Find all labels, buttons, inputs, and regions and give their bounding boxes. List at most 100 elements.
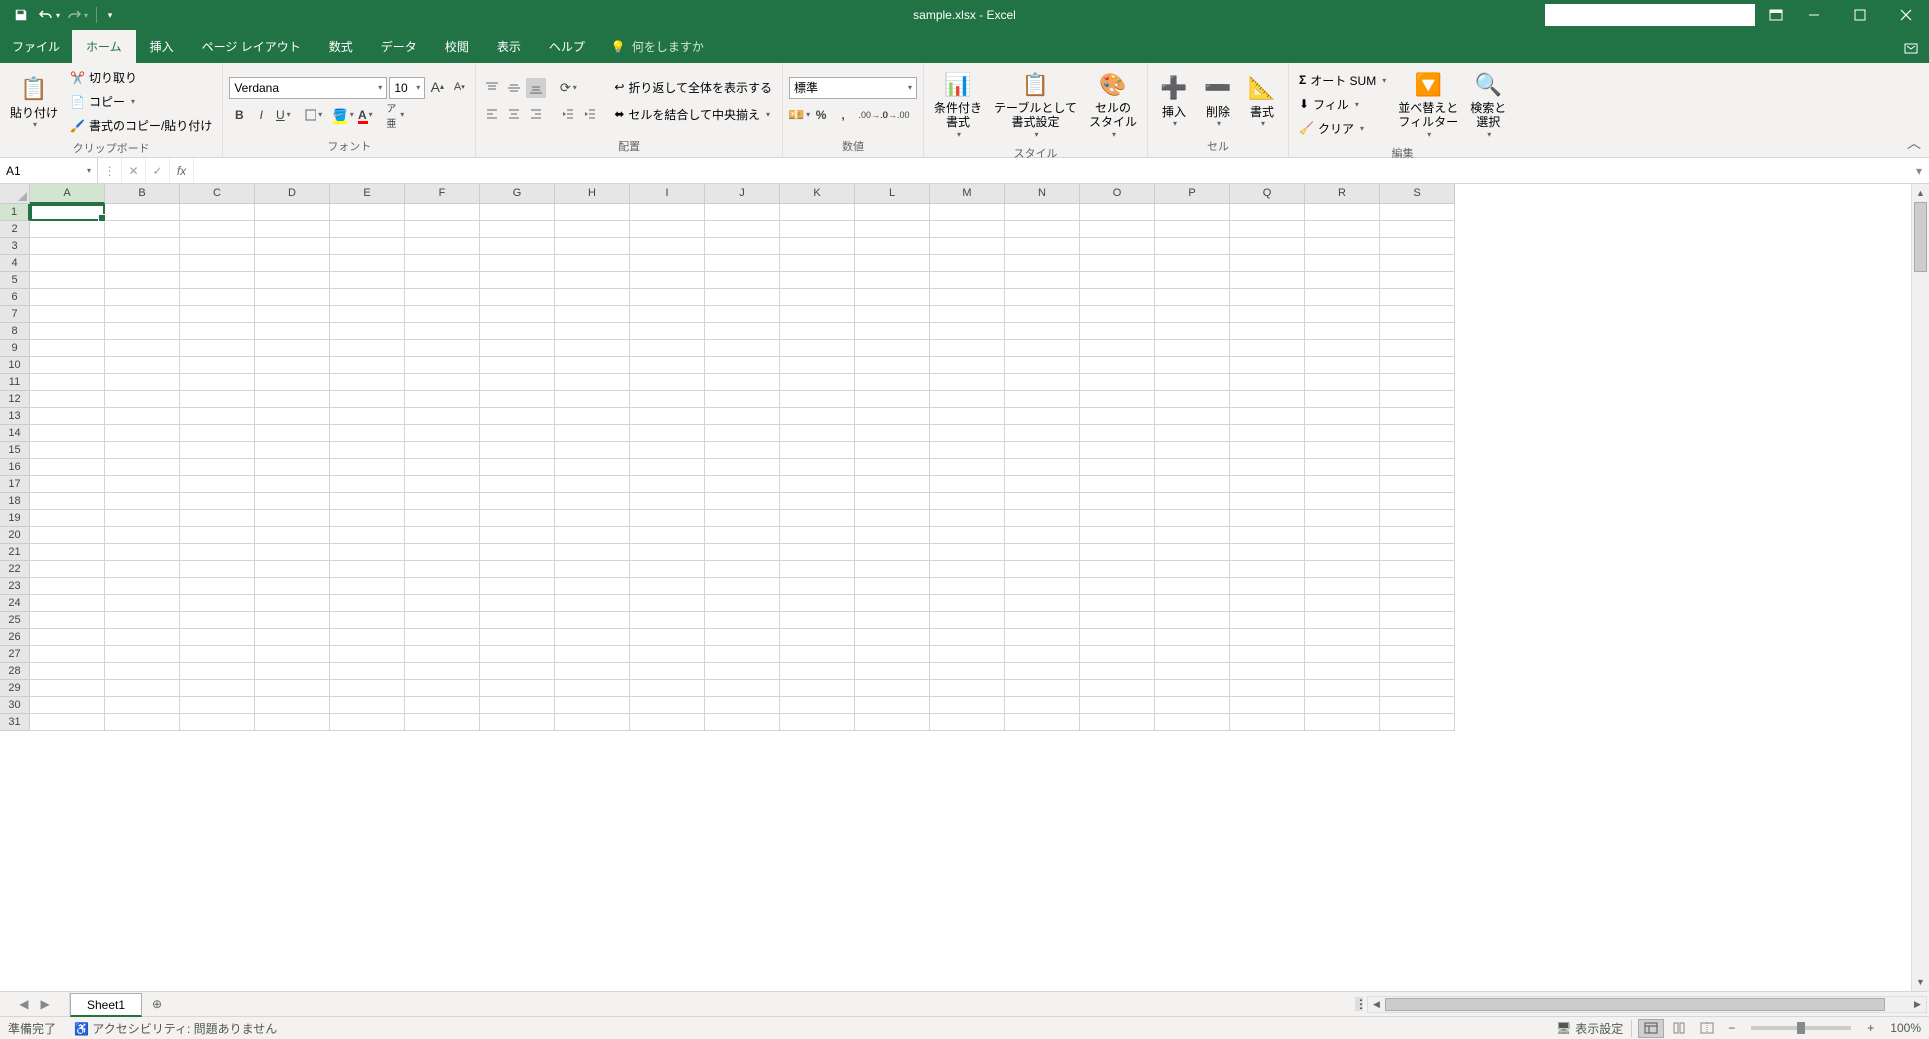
- cell[interactable]: [555, 425, 630, 442]
- cell[interactable]: [105, 459, 180, 476]
- align-center-button[interactable]: [504, 104, 524, 124]
- cell[interactable]: [780, 255, 855, 272]
- row-header-19[interactable]: 19: [0, 510, 30, 527]
- cell[interactable]: [1380, 272, 1455, 289]
- cell[interactable]: [255, 680, 330, 697]
- cell[interactable]: [1305, 476, 1380, 493]
- cell[interactable]: [30, 646, 105, 663]
- cell[interactable]: [1005, 578, 1080, 595]
- cell[interactable]: [855, 476, 930, 493]
- cell[interactable]: [1230, 527, 1305, 544]
- cell[interactable]: [1305, 680, 1380, 697]
- cell[interactable]: [1230, 306, 1305, 323]
- cell[interactable]: [30, 612, 105, 629]
- cell[interactable]: [855, 544, 930, 561]
- cell[interactable]: [105, 442, 180, 459]
- cell[interactable]: [1080, 714, 1155, 731]
- cell[interactable]: [1380, 561, 1455, 578]
- cell[interactable]: [930, 272, 1005, 289]
- font-size-combo[interactable]: 10▾: [389, 77, 425, 99]
- cell[interactable]: [855, 340, 930, 357]
- cell[interactable]: [105, 408, 180, 425]
- row-header-21[interactable]: 21: [0, 544, 30, 561]
- cell[interactable]: [330, 204, 405, 221]
- cell[interactable]: [105, 391, 180, 408]
- cell[interactable]: [1230, 289, 1305, 306]
- cell[interactable]: [405, 629, 480, 646]
- cell[interactable]: [1005, 629, 1080, 646]
- cell[interactable]: [180, 646, 255, 663]
- cell[interactable]: [30, 527, 105, 544]
- cell[interactable]: [780, 697, 855, 714]
- cell[interactable]: [1155, 323, 1230, 340]
- cell[interactable]: [255, 612, 330, 629]
- cell[interactable]: [1080, 221, 1155, 238]
- cell[interactable]: [405, 357, 480, 374]
- cell[interactable]: [855, 442, 930, 459]
- cell[interactable]: [480, 544, 555, 561]
- cell[interactable]: [255, 425, 330, 442]
- row-header-31[interactable]: 31: [0, 714, 30, 731]
- cell[interactable]: [930, 340, 1005, 357]
- cell[interactable]: [1080, 323, 1155, 340]
- cell[interactable]: [105, 340, 180, 357]
- cell[interactable]: [30, 340, 105, 357]
- cell[interactable]: [405, 680, 480, 697]
- percent-style-button[interactable]: %: [811, 105, 831, 125]
- cell[interactable]: [105, 544, 180, 561]
- tab-review[interactable]: 校閲: [431, 30, 483, 63]
- cell[interactable]: [705, 340, 780, 357]
- row-header-16[interactable]: 16: [0, 459, 30, 476]
- borders-button[interactable]: ▾: [303, 105, 323, 125]
- cell[interactable]: [405, 459, 480, 476]
- cell[interactable]: [330, 306, 405, 323]
- cell[interactable]: [555, 272, 630, 289]
- scroll-down-button[interactable]: ▼: [1912, 973, 1929, 991]
- increase-indent-button[interactable]: [580, 104, 600, 124]
- cell[interactable]: [330, 238, 405, 255]
- cell[interactable]: [180, 238, 255, 255]
- cell[interactable]: [480, 561, 555, 578]
- cell[interactable]: [1080, 289, 1155, 306]
- cell[interactable]: [1305, 289, 1380, 306]
- cell[interactable]: [105, 221, 180, 238]
- cell[interactable]: [855, 306, 930, 323]
- row-header-15[interactable]: 15: [0, 442, 30, 459]
- accessibility-status[interactable]: ♿ アクセシビリティ: 問題ありません: [74, 1020, 277, 1037]
- row-header-27[interactable]: 27: [0, 646, 30, 663]
- cell[interactable]: [480, 340, 555, 357]
- cell[interactable]: [1380, 493, 1455, 510]
- cell[interactable]: [1155, 289, 1230, 306]
- cell[interactable]: [555, 527, 630, 544]
- cell[interactable]: [1155, 442, 1230, 459]
- cell[interactable]: [330, 289, 405, 306]
- cell[interactable]: [180, 357, 255, 374]
- cell[interactable]: [780, 374, 855, 391]
- cell[interactable]: [1155, 374, 1230, 391]
- cell[interactable]: [180, 612, 255, 629]
- row-header-12[interactable]: 12: [0, 391, 30, 408]
- cell[interactable]: [705, 255, 780, 272]
- tab-help[interactable]: ヘルプ: [535, 30, 599, 63]
- cell[interactable]: [105, 629, 180, 646]
- cell[interactable]: [30, 697, 105, 714]
- row-header-17[interactable]: 17: [0, 476, 30, 493]
- normal-view-button[interactable]: [1638, 1019, 1664, 1038]
- cell[interactable]: [630, 459, 705, 476]
- cell[interactable]: [480, 408, 555, 425]
- row-header-8[interactable]: 8: [0, 323, 30, 340]
- cell[interactable]: [30, 408, 105, 425]
- cell[interactable]: [480, 697, 555, 714]
- cell[interactable]: [780, 646, 855, 663]
- cell[interactable]: [330, 459, 405, 476]
- horizontal-scrollbar[interactable]: ◀ ▶: [1367, 996, 1927, 1013]
- cell[interactable]: [705, 561, 780, 578]
- cell[interactable]: [1305, 357, 1380, 374]
- cell[interactable]: [1305, 459, 1380, 476]
- cell[interactable]: [405, 595, 480, 612]
- fill-button[interactable]: ⬇フィル▾: [1295, 94, 1390, 115]
- cell[interactable]: [1155, 629, 1230, 646]
- cell[interactable]: [1230, 697, 1305, 714]
- cell[interactable]: [930, 476, 1005, 493]
- cell[interactable]: [180, 544, 255, 561]
